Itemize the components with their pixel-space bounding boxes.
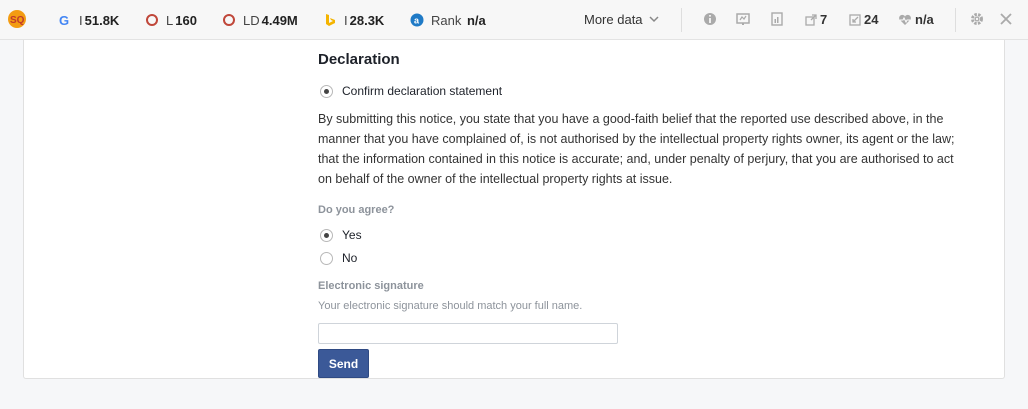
form-card: Declaration Confirm declaration statemen…: [23, 40, 1005, 379]
radio-selected-icon[interactable]: [320, 84, 333, 98]
google-index-metric[interactable]: G I 51.8K: [58, 12, 119, 28]
semrush-circle-icon: [222, 13, 236, 27]
svg-text:SQ: SQ: [10, 15, 25, 26]
signature-label: Electronic signature: [318, 280, 424, 292]
density-report-icon[interactable]: [770, 12, 784, 26]
confirm-declaration-radio[interactable]: Confirm declaration statement: [320, 84, 502, 98]
agree-yes-radio[interactable]: Yes: [320, 228, 362, 242]
agree-question: Do you agree?: [318, 204, 395, 216]
send-button[interactable]: Send: [318, 349, 369, 378]
close-icon[interactable]: [999, 12, 1013, 26]
agree-no-label: No: [342, 251, 358, 265]
svg-text:G: G: [59, 13, 69, 27]
toolbar-divider: [681, 8, 682, 32]
internal-link-icon: [849, 13, 861, 26]
external-link-icon: [805, 13, 817, 26]
semrush-links-metric[interactable]: L 160: [145, 12, 197, 28]
alexa-rank-metric[interactable]: a Rank n/a: [410, 12, 486, 28]
radio-unselected-icon[interactable]: [320, 251, 333, 265]
bing-icon: [323, 13, 337, 27]
internal-links-metric[interactable]: 24: [849, 12, 878, 27]
page-diagnosis-icon[interactable]: [736, 12, 750, 26]
seoquake-logo-icon[interactable]: SQ: [7, 9, 27, 29]
radio-selected-icon[interactable]: [320, 228, 333, 242]
seo-toolbar: SQ G I 51.8K L 160 LD 4.49M I 28.3K a Rank n…: [0, 0, 1028, 40]
signature-input[interactable]: [318, 323, 618, 344]
bing-index-metric[interactable]: I 28.3K: [323, 12, 384, 28]
section-heading: Declaration: [318, 51, 400, 68]
toolbar-divider: [955, 8, 956, 32]
more-data-dropdown[interactable]: More data: [584, 12, 659, 27]
gear-icon[interactable]: [970, 12, 984, 26]
semrush-circle-icon: [145, 13, 159, 27]
external-links-metric[interactable]: 7: [805, 12, 827, 27]
social-metric[interactable]: n/a: [898, 12, 934, 27]
semrush-domain-links-metric[interactable]: LD 4.49M: [222, 12, 298, 28]
alexa-icon: a: [410, 13, 424, 27]
confirm-declaration-label: Confirm declaration statement: [342, 84, 503, 98]
agree-no-radio[interactable]: No: [320, 251, 357, 265]
declaration-statement: By submitting this notice, you state tha…: [318, 112, 955, 186]
signature-hint: Your electronic signature should match y…: [318, 300, 583, 312]
info-icon[interactable]: [703, 12, 717, 26]
chevron-down-icon: [649, 16, 659, 23]
agree-yes-label: Yes: [342, 228, 362, 242]
google-icon: G: [58, 13, 72, 27]
heart-pulse-icon: [899, 14, 911, 25]
